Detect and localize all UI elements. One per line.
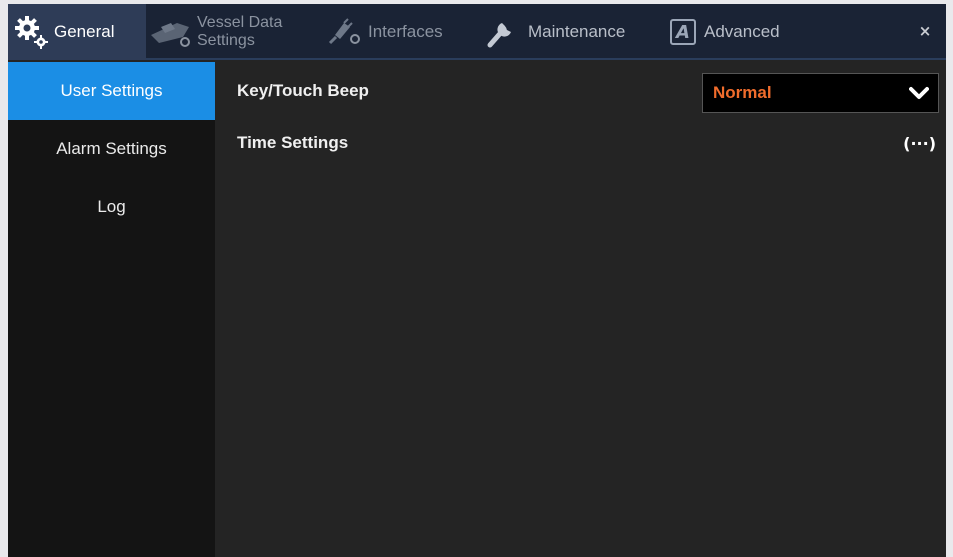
tab-interfaces[interactable]: Interfaces <box>326 4 476 60</box>
tab-maintenance-label: Maintenance <box>528 22 626 41</box>
vessel-icon <box>149 15 193 49</box>
tab-advanced[interactable]: A Advanced <box>670 4 820 60</box>
ellipsis-icon[interactable]: (···) <box>903 134 936 153</box>
close-icon[interactable]: × <box>914 20 936 42</box>
tab-vessel-label-line2: Settings <box>197 32 255 49</box>
settings-content: Key/Touch Beep Normal Time Settings (···… <box>215 62 946 557</box>
sidebar: User Settings Alarm Settings Log <box>8 62 215 557</box>
chevron-down-icon <box>909 84 929 107</box>
setting-row-time-settings[interactable]: Time Settings (···) <box>215 118 946 168</box>
tab-bar: General Vessel Data Settings Interfaces … <box>8 4 946 60</box>
tab-general-label: General <box>54 22 115 41</box>
tab-general[interactable]: General <box>8 4 146 60</box>
wrench-icon <box>484 15 518 49</box>
gear-icon <box>14 15 48 49</box>
key-touch-beep-label: Key/Touch Beep <box>237 81 369 100</box>
sidebar-item-user-settings[interactable]: User Settings <box>8 62 215 120</box>
sidebar-item-log[interactable]: Log <box>8 178 215 236</box>
time-settings-label: Time Settings <box>237 133 349 152</box>
advanced-a-icon: A <box>670 19 696 45</box>
key-touch-beep-value: Normal <box>713 83 772 102</box>
tab-interfaces-label: Interfaces <box>368 22 443 41</box>
tab-maintenance[interactable]: Maintenance <box>484 4 664 60</box>
settings-window: General Vessel Data Settings Interfaces … <box>8 4 946 557</box>
tab-advanced-label: Advanced <box>704 22 780 41</box>
tab-vessel-label: Vessel Data Settings <box>197 14 307 50</box>
key-touch-beep-dropdown[interactable]: Normal <box>702 73 939 113</box>
plug-icon <box>326 17 362 47</box>
tab-vessel-label-line1: Vessel Data <box>197 14 283 31</box>
setting-row-key-touch-beep: Key/Touch Beep Normal <box>215 66 946 116</box>
sidebar-item-alarm-settings[interactable]: Alarm Settings <box>8 120 215 178</box>
tab-vessel-data-settings[interactable]: Vessel Data Settings <box>149 4 319 60</box>
